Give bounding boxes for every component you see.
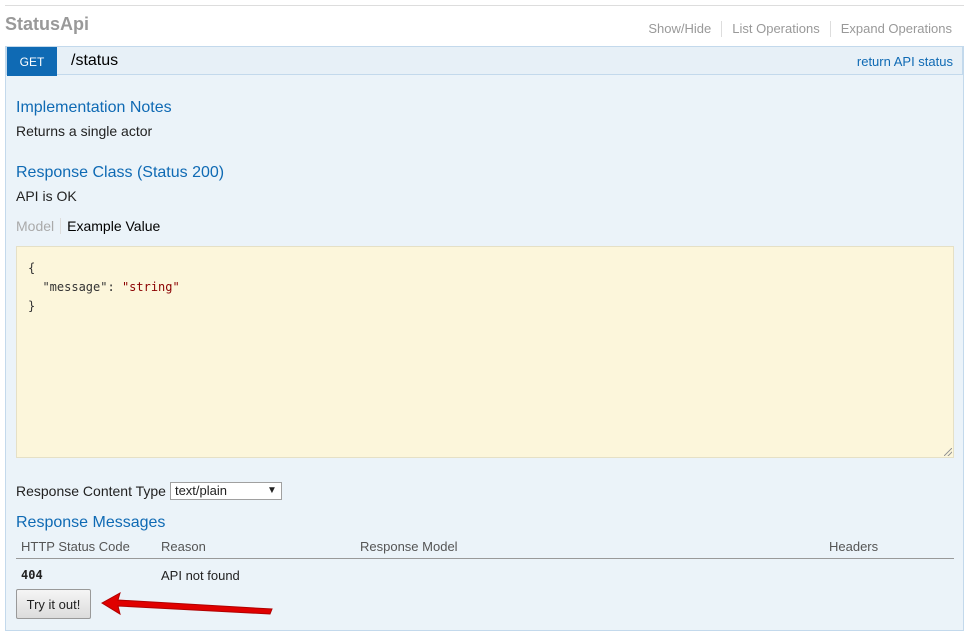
endpoint-path[interactable]: /status (71, 52, 118, 70)
header-reason: Reason (161, 539, 206, 554)
json-value: "string" (121, 280, 180, 294)
top-divider (5, 5, 964, 6)
response-class-heading: Response Class (Status 200) (16, 164, 225, 181)
list-operations-link[interactable]: List Operations (722, 21, 831, 37)
annotation-arrow-icon (101, 591, 273, 616)
response-messages-heading: Response Messages (16, 514, 166, 531)
try-it-out-button[interactable]: Try it out! (16, 589, 91, 619)
model-tabs: Model Example Value (16, 218, 160, 234)
operation-panel: GET /status return API status Implementa… (5, 46, 964, 631)
header-http-status-code: HTTP Status Code (21, 539, 130, 554)
tab-example-value[interactable]: Example Value (61, 218, 160, 234)
resource-header: StatusApi Show/Hide List Operations Expa… (5, 12, 964, 42)
implementation-notes-heading: Implementation Notes (16, 99, 172, 116)
status-code-cell: 404 (21, 568, 43, 582)
header-response-model: Response Model (360, 539, 458, 554)
json-key: "message" (42, 280, 108, 294)
content-type-label: Response Content Type (16, 483, 166, 499)
operation-heading[interactable]: GET /status return API status (6, 46, 963, 76)
http-method-badge[interactable]: GET (7, 47, 57, 76)
content-type-select[interactable]: text/plain ▼ (169, 482, 282, 500)
example-value-box[interactable]: { "message": "string" } (16, 246, 954, 458)
resource-links: Show/Hide List Operations Expand Operati… (638, 21, 952, 37)
content-type-value: text/plain (174, 483, 227, 498)
header-headers: Headers (829, 539, 879, 554)
implementation-notes-text: Returns a single actor (16, 123, 153, 139)
reason-cell: API not found (161, 568, 240, 583)
resource-title[interactable]: StatusApi (5, 14, 89, 35)
operation-summary-link[interactable]: return API status (857, 54, 953, 69)
response-messages-table: HTTP Status Code Reason Response Model H… (16, 536, 954, 587)
response-class-text: API is OK (16, 188, 77, 204)
expand-operations-link[interactable]: Expand Operations (831, 21, 952, 37)
tab-model[interactable]: Model (16, 218, 62, 234)
table-header: HTTP Status Code Reason Response Model H… (16, 536, 954, 559)
show-hide-link[interactable]: Show/Hide (638, 21, 723, 37)
resize-grip-icon[interactable] (944, 448, 952, 456)
dropdown-arrow-icon: ▼ (267, 485, 277, 496)
content-type-row: Response Content Type text/plain ▼ (16, 482, 282, 500)
